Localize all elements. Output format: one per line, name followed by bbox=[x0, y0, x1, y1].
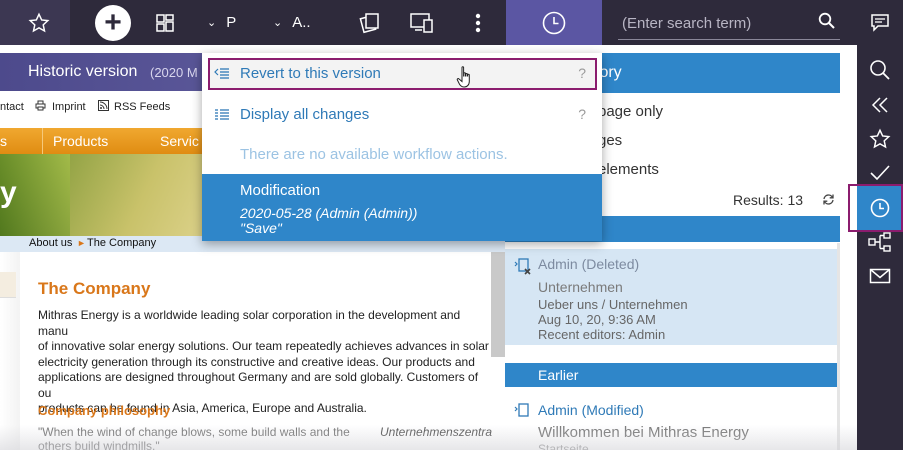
history-results-count: Results: 13 bbox=[733, 192, 804, 208]
breadcrumb-arrow-icon: ► bbox=[77, 238, 86, 248]
rss-feeds-link[interactable]: RSS Feeds bbox=[114, 101, 170, 113]
rail-search-button[interactable] bbox=[857, 53, 903, 87]
search-input[interactable] bbox=[618, 8, 808, 38]
add-button[interactable]: + bbox=[95, 5, 131, 41]
modification-info: Modification 2020-05-28 (Admin (Admin)) … bbox=[202, 174, 602, 241]
site-side-box bbox=[0, 272, 16, 298]
star-icon bbox=[28, 12, 50, 32]
add-button-label: + bbox=[104, 6, 122, 39]
historic-version-title: Historic version bbox=[28, 63, 138, 80]
deleted-page-icon bbox=[514, 258, 531, 275]
chevron-down-icon: ⌄ bbox=[207, 17, 217, 29]
nav-divider bbox=[42, 128, 43, 154]
mail-icon bbox=[869, 268, 891, 284]
history-item-name: Unternehmen bbox=[538, 279, 623, 295]
history-earlier-header: Earlier bbox=[505, 363, 840, 387]
history-item-author: Admin (Deleted) bbox=[538, 256, 640, 272]
refresh-icon[interactable] bbox=[822, 193, 835, 206]
changes-list-icon bbox=[215, 109, 229, 120]
historic-version-date: (2020 M bbox=[150, 65, 198, 80]
dashboard-grid-icon bbox=[156, 13, 174, 32]
chevron-down-icon: ⌄ bbox=[273, 17, 283, 29]
philosophy-quote: "When the wind of change blows, some bui… bbox=[38, 425, 350, 450]
preview-icon bbox=[359, 12, 379, 33]
star-icon bbox=[869, 128, 891, 149]
printer-icon bbox=[35, 100, 46, 114]
history-item-selected[interactable]: Admin (Deleted) Unternehmen Ueber uns / … bbox=[505, 249, 840, 345]
history-item[interactable]: Admin (Modified) Willkommen bei Mithras … bbox=[505, 395, 840, 450]
nav-item-partial[interactable]: s bbox=[0, 133, 7, 149]
display-changes-menu-item[interactable]: Display all changes ? bbox=[202, 98, 602, 132]
company-philosophy-heading: Company philosophy bbox=[38, 403, 171, 418]
breadcrumb-the-company: The Company bbox=[87, 237, 157, 249]
project-dropdown[interactable]: ⌄ P bbox=[207, 0, 236, 45]
history-item-date: Aug 10, 20, 9:36 AM bbox=[538, 312, 656, 327]
preview-mode-button[interactable] bbox=[355, 0, 385, 45]
history-item-editors: Recent editors: Admin bbox=[538, 327, 666, 342]
history-item-name: Willkommen bei Mithras Energy bbox=[538, 424, 749, 441]
history-option-elements[interactable]: elements bbox=[598, 161, 659, 178]
help-icon[interactable]: ? bbox=[578, 65, 586, 81]
nav-item-services[interactable]: Servic bbox=[160, 133, 199, 149]
contact-link[interactable]: ntact bbox=[0, 101, 24, 113]
history-toolbar-button[interactable] bbox=[506, 0, 602, 45]
banner-text: y bbox=[0, 176, 17, 209]
devices-icon bbox=[410, 12, 433, 33]
imprint-link[interactable]: Imprint bbox=[52, 101, 86, 113]
no-workflow-note: There are no available workflow actions. bbox=[240, 146, 508, 163]
breadcrumb-about-us[interactable]: About us bbox=[29, 237, 72, 249]
project-dropdown-label: P bbox=[226, 14, 237, 31]
search-box bbox=[618, 8, 840, 40]
modification-comment: "Save" bbox=[240, 220, 282, 236]
nav-item-products[interactable]: Products bbox=[53, 133, 108, 149]
device-preview-button[interactable] bbox=[407, 0, 437, 45]
page-icon bbox=[514, 403, 529, 417]
page-title: The Company bbox=[38, 279, 151, 298]
bookmarks-button[interactable] bbox=[857, 122, 903, 156]
search-icon[interactable] bbox=[818, 12, 836, 30]
history-item-author: Admin (Modified) bbox=[538, 402, 644, 418]
language-dropdown[interactable]: ⌄ A.. bbox=[273, 0, 311, 45]
preview-scrollbar[interactable] bbox=[491, 252, 505, 357]
modification-date-author: 2020-05-28 (Admin (Admin)) bbox=[240, 205, 418, 221]
double-chevron-left-icon bbox=[871, 97, 888, 113]
messages-button[interactable] bbox=[857, 6, 903, 40]
display-changes-label: Display all changes bbox=[240, 106, 370, 123]
mail-button[interactable] bbox=[857, 259, 903, 293]
modification-title: Modification bbox=[240, 182, 321, 199]
history-item-path: Ueber uns / Unternehmen bbox=[538, 297, 688, 312]
history-earlier-label: Earlier bbox=[538, 367, 579, 383]
image-caption: Unternehmenszentra bbox=[380, 425, 493, 439]
revert-list-icon bbox=[214, 68, 229, 79]
language-dropdown-label: A.. bbox=[292, 14, 311, 31]
more-vertical-icon bbox=[475, 13, 481, 32]
search-icon bbox=[870, 60, 890, 80]
more-options-button[interactable] bbox=[466, 0, 490, 45]
chat-icon bbox=[871, 14, 889, 32]
collapse-button[interactable] bbox=[857, 88, 903, 122]
checkmark-icon bbox=[870, 165, 890, 181]
clock-icon bbox=[542, 11, 566, 34]
dashboard-button[interactable] bbox=[150, 0, 180, 45]
page-body-text: Mithras Energy is a worldwide leading so… bbox=[38, 308, 489, 415]
version-context-menu: Revert to this version ? Display all cha… bbox=[202, 53, 602, 241]
history-scrollbar[interactable] bbox=[837, 243, 840, 450]
rail-history-highlight bbox=[848, 184, 903, 232]
hand-cursor-icon bbox=[456, 66, 470, 88]
history-option-page-only[interactable]: page only bbox=[598, 103, 663, 120]
tree-structure-icon bbox=[868, 232, 891, 252]
revert-version-label: Revert to this version bbox=[240, 65, 381, 82]
history-item-path: Startseite bbox=[538, 442, 589, 450]
rss-icon bbox=[98, 100, 109, 114]
top-toolbar: + ⌄ P ⌄ A.. bbox=[0, 0, 857, 45]
revert-version-menu-item[interactable]: Revert to this version ? bbox=[202, 57, 602, 91]
bookmark-star-button[interactable] bbox=[22, 0, 56, 45]
help-icon[interactable]: ? bbox=[578, 106, 586, 122]
